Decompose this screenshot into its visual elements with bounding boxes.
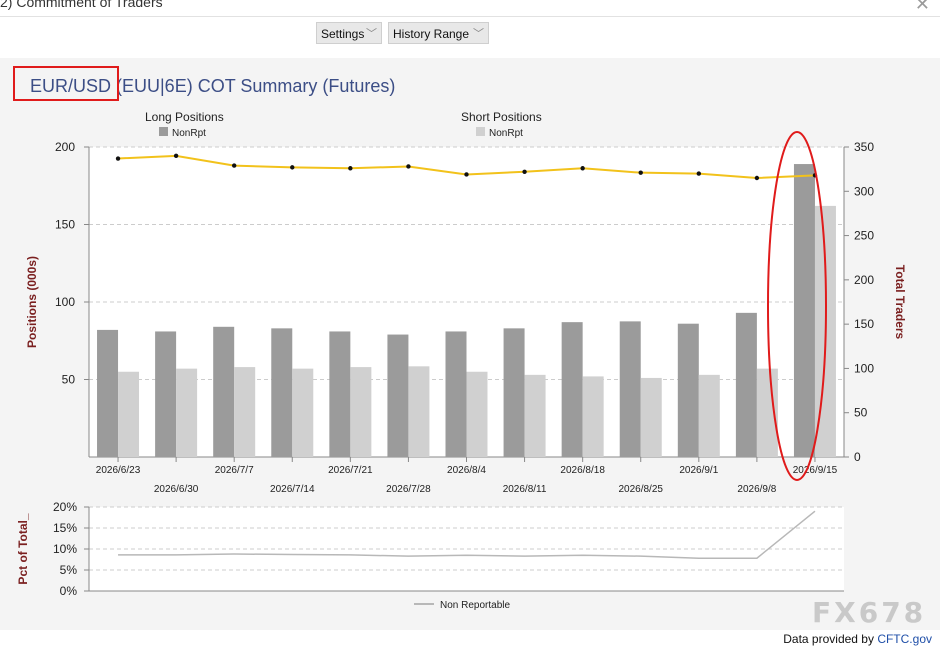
right-tick-label: 50 — [854, 406, 868, 420]
x-tick-label: 2026/7/21 — [328, 465, 373, 476]
x-tick-label: 2026/6/23 — [96, 465, 141, 476]
long-bar — [619, 321, 641, 457]
x-tick-label: 2026/7/14 — [270, 484, 315, 495]
short-bar — [698, 374, 720, 457]
right-tick-label: 0 — [854, 450, 861, 464]
short-bar — [582, 376, 604, 457]
x-tick-label: 2026/8/11 — [503, 484, 547, 495]
right-tick-label: 350 — [854, 140, 874, 154]
total-traders-point — [406, 164, 411, 169]
left-tick-label: 200 — [55, 140, 75, 154]
x-tick-label: 2026/9/8 — [737, 484, 776, 495]
x-tick-label: 2026/7/7 — [215, 465, 254, 476]
legend-item-long: NonRpt — [172, 128, 206, 139]
long-bar — [155, 331, 177, 457]
short-bar — [118, 371, 140, 457]
left-tick-label: 150 — [55, 218, 75, 232]
long-bar — [387, 334, 409, 457]
short-bar — [466, 371, 488, 457]
footer: Data provided by CFTC.gov — [783, 632, 932, 646]
short-bar — [176, 368, 198, 457]
watermark-logo: FX678 — [812, 596, 927, 629]
total-traders-point — [231, 163, 237, 168]
short-bar — [292, 368, 314, 457]
short-bar — [234, 367, 256, 457]
long-bar — [735, 312, 757, 457]
x-tick-label: 2026/7/28 — [386, 484, 431, 495]
cot-chart: 50 100 150 200 0 50 100 150 200 250 300 350 2026/6/2… — [16, 110, 907, 611]
sub-axis-title: Pct of Total_ — [16, 513, 30, 584]
total-traders-point — [348, 166, 353, 171]
total-traders-point — [290, 165, 295, 170]
sub-tick-label: 20% — [53, 500, 77, 514]
legend-swatch-long — [159, 127, 168, 136]
sub-tick-label: 0% — [60, 584, 78, 598]
short-bar — [350, 367, 372, 457]
legend-group-short: Short Positions — [461, 110, 542, 124]
total-traders-point — [696, 171, 702, 176]
right-tick-label: 300 — [854, 184, 874, 198]
footer-text: Data provided by — [783, 632, 878, 646]
right-tick-label: 150 — [854, 317, 874, 331]
total-traders-point — [173, 153, 179, 159]
total-traders-point — [638, 170, 643, 175]
left-tick-label: 100 — [55, 295, 75, 309]
short-bar — [408, 366, 430, 457]
long-bar — [503, 328, 525, 457]
legend-swatch-short — [476, 127, 485, 136]
legend-group-long: Long Positions — [145, 110, 224, 124]
total-traders-point — [115, 156, 121, 161]
left-tick-label: 50 — [62, 373, 76, 387]
x-tick-label: 2026/6/30 — [154, 484, 199, 495]
long-bar — [97, 329, 119, 457]
long-bar — [329, 331, 351, 457]
right-tick-label: 200 — [854, 273, 874, 287]
long-bar — [793, 164, 815, 458]
total-traders-point — [580, 166, 585, 171]
x-tick-label: 2026/9/1 — [679, 465, 718, 476]
left-axis-title: Positions (000s) — [25, 256, 39, 348]
long-bar — [561, 322, 583, 457]
right-axis-title: Total Traders — [893, 265, 907, 340]
right-tick-label: 250 — [854, 229, 874, 243]
x-tick-label: 2026/8/18 — [560, 465, 605, 476]
sub-tick-label: 10% — [53, 542, 77, 556]
short-bar — [524, 374, 546, 457]
sub-tick-label: 15% — [53, 521, 77, 535]
total-traders-point — [754, 175, 760, 181]
long-bar — [213, 326, 235, 457]
long-bar — [445, 331, 467, 457]
x-tick-label: 2026/8/4 — [447, 465, 486, 476]
short-bar — [640, 377, 662, 457]
sub-tick-label: 5% — [60, 563, 78, 577]
legend-item-short: NonRpt — [489, 128, 523, 139]
total-traders-point — [522, 169, 527, 174]
right-tick-label: 100 — [854, 361, 874, 375]
long-bar — [271, 328, 293, 457]
cftc-link[interactable]: CFTC.gov — [877, 632, 932, 646]
long-bar — [677, 323, 699, 457]
total-traders-point — [464, 172, 469, 177]
x-tick-label: 2026/8/25 — [618, 484, 663, 495]
sub-legend-label: Non Reportable — [440, 600, 510, 611]
x-tick-label: 2026/9/15 — [793, 465, 838, 476]
